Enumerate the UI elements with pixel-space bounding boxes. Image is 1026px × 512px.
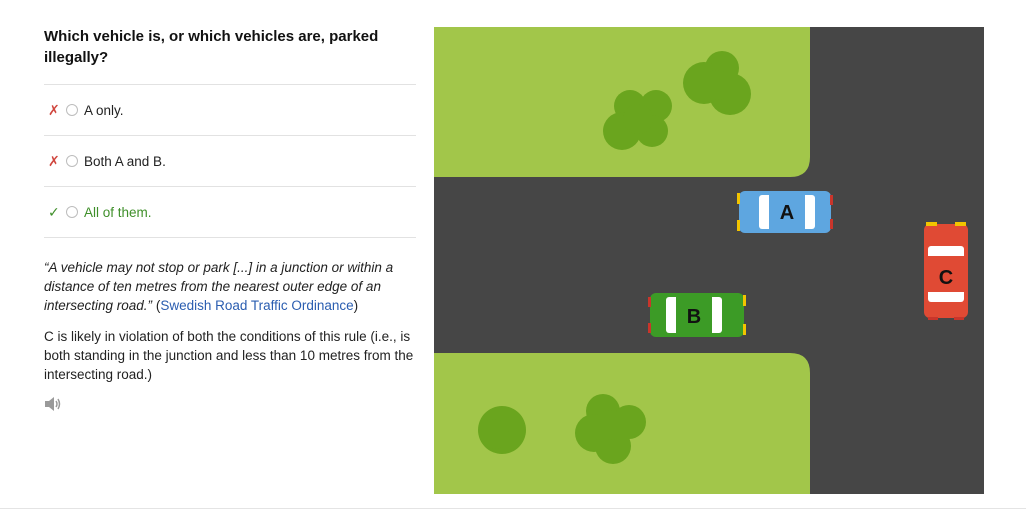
option-label: All of them. <box>84 204 152 220</box>
radio-button[interactable] <box>66 104 78 116</box>
option-label: Both A and B. <box>84 153 166 169</box>
explanation-detail: C is likely in violation of both the con… <box>44 329 414 382</box>
answer-options: ✗ A only. ✗ Both A and B. ✓ All of them. <box>44 84 416 238</box>
option-label: A only. <box>84 102 124 118</box>
explanation: “A vehicle may not stop or park [...] in… <box>44 258 416 384</box>
wrong-mark-icon: ✗ <box>48 101 60 118</box>
car-b-label: B <box>687 306 701 328</box>
junction-illustration: A B C <box>434 27 984 494</box>
radio-button[interactable] <box>66 206 78 218</box>
rule-citation: “A vehicle may not stop or park [...] in… <box>44 258 416 315</box>
option-all[interactable]: ✓ All of them. <box>44 187 416 238</box>
question-text: Which vehicle is, or which vehicles are,… <box>44 28 379 66</box>
question-panel: Which vehicle is, or which vehicles are,… <box>44 26 416 412</box>
option-a-only[interactable]: ✗ A only. <box>44 85 416 136</box>
page-bottom-divider <box>0 508 1026 509</box>
car-a-label: A <box>780 202 794 224</box>
source-link[interactable]: Swedish Road Traffic Ordinance <box>160 298 353 313</box>
car-b: B <box>648 293 746 337</box>
speaker-icon[interactable] <box>44 396 62 412</box>
radio-button[interactable] <box>66 155 78 167</box>
bush-bottom-left <box>478 406 526 454</box>
paren-close: ) <box>353 298 359 313</box>
option-both-a-b[interactable]: ✗ Both A and B. <box>44 136 416 187</box>
check-mark-icon: ✓ <box>48 203 60 220</box>
wrong-mark-icon: ✗ <box>48 152 60 169</box>
car-c: C <box>924 222 968 320</box>
car-a: A <box>737 191 833 233</box>
car-c-label: C <box>939 267 953 289</box>
